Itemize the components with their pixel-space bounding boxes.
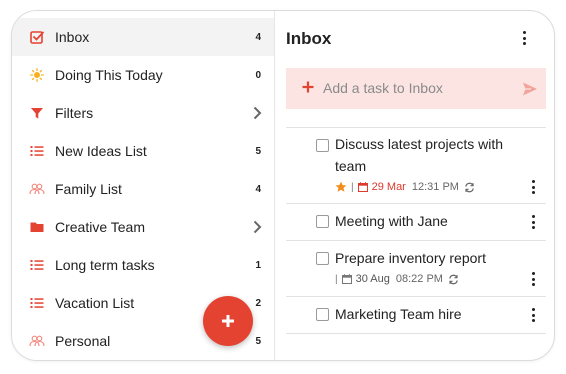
plus-icon (222, 315, 234, 327)
sidebar-item-count: 4 (255, 31, 261, 43)
task-checkbox[interactable] (316, 215, 329, 228)
task-divider (286, 333, 546, 334)
sidebar-item-count: 4 (255, 183, 261, 195)
more-options-icon[interactable] (522, 31, 526, 45)
task-due-time: 12:31 PM (411, 181, 459, 193)
list-icon (29, 295, 45, 311)
list-icon (29, 143, 45, 159)
sun-icon (29, 67, 45, 83)
sidebar-item-label: Creative Team (55, 219, 146, 235)
task-more-icon[interactable] (531, 308, 535, 322)
sidebar-item-label: New Ideas List (55, 143, 147, 159)
task-due-date: 29 Mar (371, 181, 406, 193)
meta-separator: | (335, 273, 338, 285)
add-task-input[interactable]: Add a task to Inbox (323, 80, 443, 96)
sidebar-item-label: Vacation List (55, 295, 135, 311)
plus-icon (302, 81, 314, 93)
sidebar-item-creative-team[interactable]: Creative Team (12, 208, 274, 246)
task-checkbox[interactable] (316, 308, 329, 321)
sidebar: Inbox 4 Doing This Today 0 Filters New I… (12, 11, 274, 360)
task-more-icon[interactable] (531, 180, 535, 194)
task-divider (286, 296, 546, 297)
sidebar-item-count: 2 (255, 297, 261, 309)
sidebar-item-count: 0 (255, 69, 261, 81)
star-icon (335, 181, 347, 192)
task-due-date: 30 Aug (355, 273, 390, 285)
sidebar-item-label: Personal (55, 333, 111, 349)
shared-people-icon (29, 181, 45, 197)
list-icon (29, 257, 45, 273)
send-icon[interactable] (522, 81, 538, 97)
page-title: Inbox (286, 29, 332, 48)
meta-separator: | (351, 181, 354, 193)
sidebar-item-label: Filters (55, 105, 94, 121)
app-window: Inbox 4 Doing This Today 0 Filters New I… (11, 10, 555, 361)
task-checkbox[interactable] (316, 139, 329, 152)
sidebar-item-label: Long term tasks (55, 257, 155, 273)
sidebar-item-inbox[interactable]: Inbox 4 (12, 18, 274, 56)
sidebar-item-count: 5 (255, 145, 261, 157)
add-task-fab-button[interactable] (203, 296, 253, 346)
task-title: Marketing Team hire (335, 306, 462, 322)
main-pane: Inbox Add a task to Inbox Discuss latest… (275, 11, 554, 360)
task-more-icon[interactable] (531, 272, 535, 286)
chevron-right-icon (253, 220, 262, 234)
inbox-check-icon (29, 29, 45, 45)
sidebar-item-label: Doing This Today (55, 67, 163, 83)
task-due-time: 08:22 PM (395, 273, 443, 285)
task-meta: | 29 Mar 12:31 PM (335, 181, 475, 193)
chevron-right-icon (253, 106, 262, 120)
repeat-icon (465, 182, 474, 192)
repeat-icon (449, 274, 458, 284)
sidebar-item-new-ideas-list[interactable]: New Ideas List 5 (12, 132, 274, 170)
filter-icon (29, 105, 45, 121)
task-title: Discuss latest projects with team (335, 136, 504, 174)
task-title: Prepare inventory report (335, 250, 486, 266)
sidebar-item-label: Family List (55, 181, 122, 197)
task-divider (286, 127, 546, 128)
sidebar-item-label: Inbox (55, 29, 90, 45)
sidebar-item-family-list[interactable]: Family List 4 (12, 170, 274, 208)
sidebar-item-long-term-tasks[interactable]: Long term tasks 1 (12, 246, 274, 284)
sidebar-item-count: 1 (255, 259, 261, 271)
task-meta: | 30 Aug 08:22 PM (335, 273, 459, 285)
sidebar-item-filters[interactable]: Filters (12, 94, 274, 132)
sidebar-item-count: 5 (255, 335, 261, 347)
task-title: Meeting with Jane (335, 213, 448, 229)
task-more-icon[interactable] (531, 215, 535, 229)
task-checkbox[interactable] (316, 252, 329, 265)
calendar-icon (341, 274, 352, 284)
sidebar-item-doing-this-today[interactable]: Doing This Today 0 (12, 56, 274, 94)
shared-people-icon (29, 333, 45, 349)
add-task-bar[interactable]: Add a task to Inbox (286, 68, 546, 109)
calendar-icon (357, 182, 368, 192)
folder-icon (29, 219, 45, 235)
task-divider (286, 240, 546, 241)
task-divider (286, 203, 546, 204)
